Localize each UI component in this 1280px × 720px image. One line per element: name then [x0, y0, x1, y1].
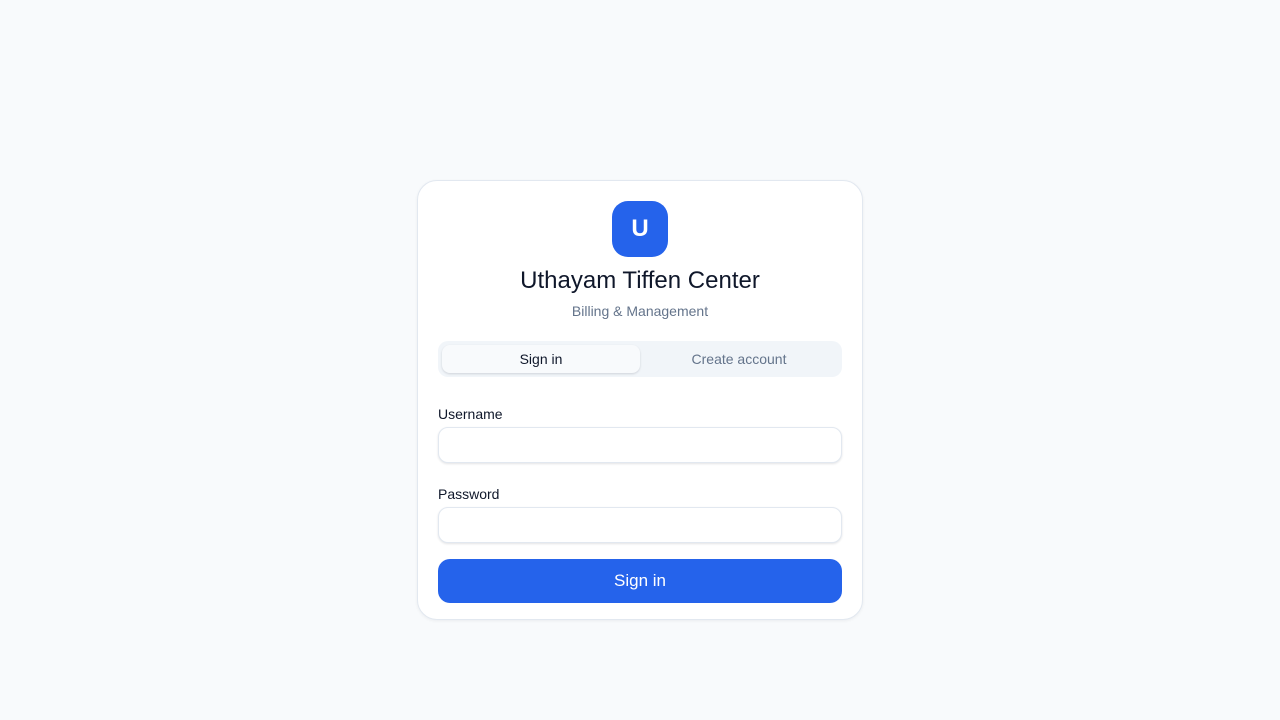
app-title: Uthayam Tiffen Center [520, 267, 760, 294]
login-form: Username Password Sign in [438, 405, 842, 603]
app-subtitle: Billing & Management [571, 303, 709, 319]
username-label: Username [438, 406, 503, 422]
tab-sign-in[interactable]: Sign in [442, 345, 640, 373]
username-input[interactable] [438, 427, 842, 463]
password-label: Password [438, 486, 500, 502]
auth-tabs: Sign in Create account [438, 341, 842, 377]
login-card: U Uthayam Tiffen Center Billing & Manage… [417, 180, 863, 620]
tab-create-account[interactable]: Create account [640, 345, 838, 373]
sign-in-button[interactable]: Sign in [438, 559, 842, 603]
password-input[interactable] [438, 507, 842, 543]
brand-logo: U [612, 201, 668, 257]
